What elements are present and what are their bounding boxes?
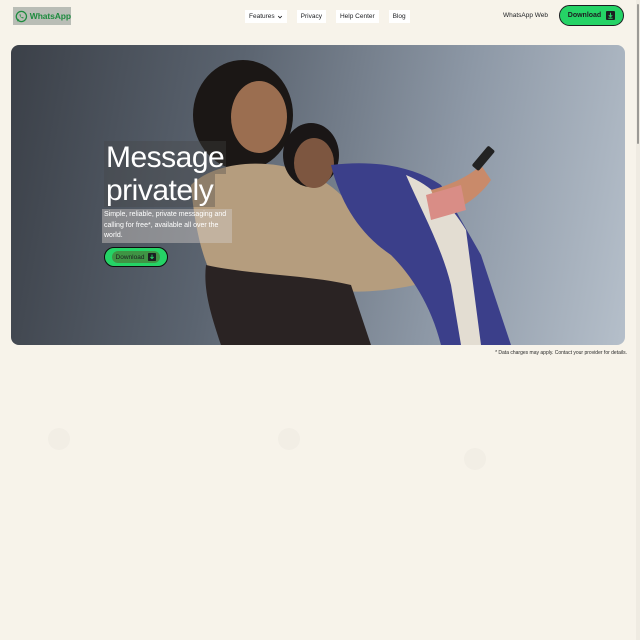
header-download-button[interactable]: Download	[559, 5, 624, 26]
nav-item-blog[interactable]: Blog	[388, 10, 410, 23]
whatsapp-logo-icon	[15, 10, 28, 22]
nav-item-blog-label: Blog	[392, 13, 406, 20]
hero-subtitle: Simple, reliable, private messaging and …	[102, 209, 232, 243]
scrollbar-thumb[interactable]	[637, 4, 639, 144]
whatsapp-logo[interactable]: WhatsApp	[13, 7, 71, 25]
download-icon	[148, 253, 157, 261]
nav-item-privacy[interactable]: Privacy	[296, 10, 326, 23]
nav-item-help-center-label: Help Center	[339, 13, 375, 20]
hero-title-line2: privately	[104, 174, 216, 207]
hero-banner: Message privately Simple, reliable, priv…	[11, 45, 625, 345]
site-header: WhatsApp Features Privacy Help Center Bl…	[0, 0, 640, 36]
hero-download-pill: Download	[111, 251, 161, 263]
logo-text: WhatsApp	[29, 11, 71, 21]
faint-decoration	[278, 428, 300, 450]
download-icon	[606, 11, 616, 20]
hero-download-label: Download	[115, 253, 145, 261]
nav-item-help-center[interactable]: Help Center	[335, 10, 379, 23]
chevron-down-icon	[277, 15, 282, 18]
nav-item-features-label: Features	[249, 13, 275, 20]
header-download-label: Download	[567, 12, 602, 19]
hero-title: Message privately	[104, 141, 227, 207]
whatsapp-web-link[interactable]: WhatsApp Web	[503, 12, 548, 19]
hero-title-line1: Message	[104, 141, 227, 174]
faint-decoration	[464, 448, 486, 470]
main-nav: Features Privacy Help Center Blog	[245, 10, 420, 23]
nav-item-features[interactable]: Features	[245, 10, 287, 23]
data-charges-footnote: * Data charges may apply. Contact your p…	[495, 350, 627, 356]
faint-decoration	[48, 428, 70, 450]
page-scrollbar[interactable]	[636, 0, 640, 640]
hero-download-button[interactable]: Download	[104, 247, 168, 267]
nav-item-privacy-label: Privacy	[300, 13, 322, 20]
